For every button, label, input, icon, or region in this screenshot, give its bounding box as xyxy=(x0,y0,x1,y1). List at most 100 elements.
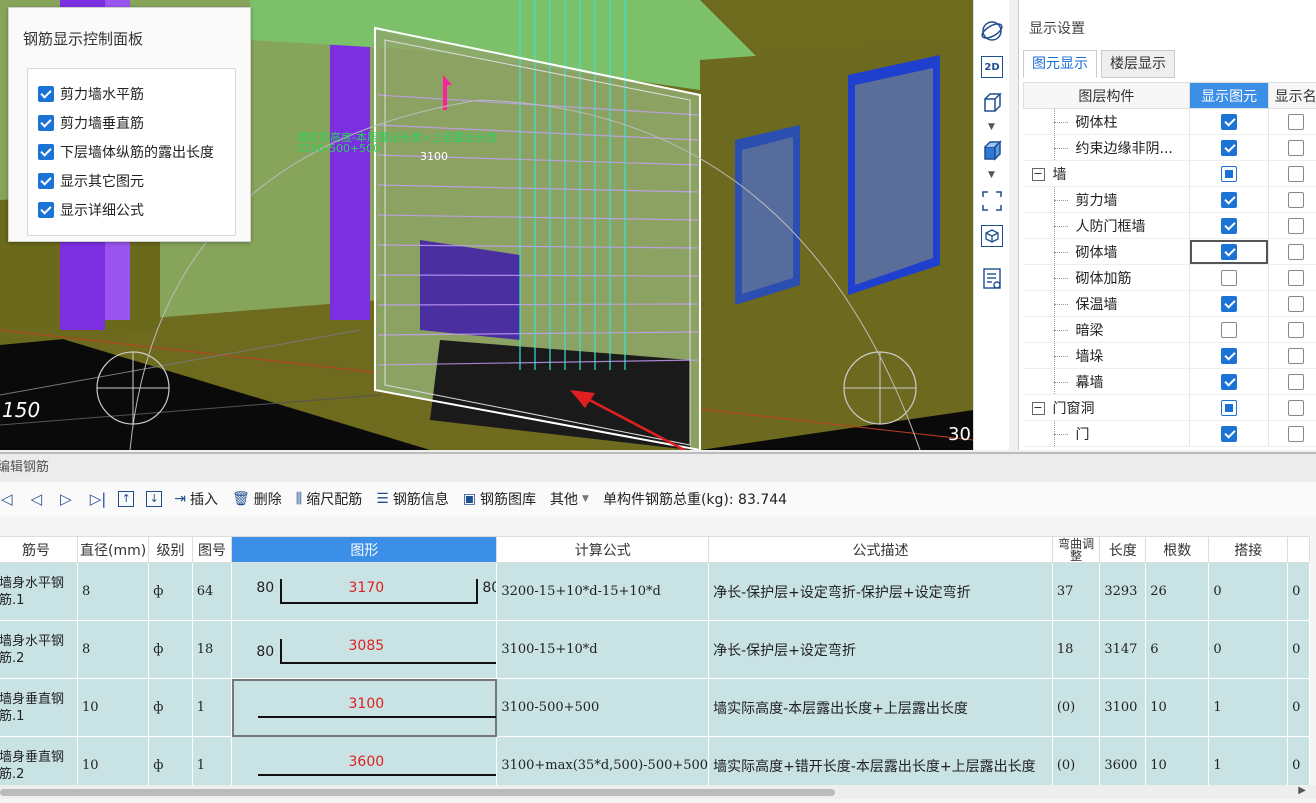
show-element-cell[interactable] xyxy=(1189,134,1270,161)
layer-row[interactable]: 保温墙 xyxy=(1023,290,1316,317)
checkbox-checked[interactable] xyxy=(38,114,54,131)
collapse-icon[interactable]: − xyxy=(1031,168,1045,181)
show-name-checkbox[interactable] xyxy=(1287,321,1304,338)
checkbox-checked[interactable] xyxy=(38,172,54,189)
formula-desc-cell[interactable]: 净长-保护层+设定弯折 xyxy=(708,620,1053,679)
layer-row[interactable]: 砌体加筋 xyxy=(1023,264,1316,291)
show-element-checkbox[interactable] xyxy=(1221,347,1238,364)
last-icon[interactable]: ▷| xyxy=(90,490,107,508)
show-element-checkbox[interactable] xyxy=(1221,425,1238,442)
bar-no-cell[interactable]: 墙身水平钢筋.2 xyxy=(0,620,78,679)
col-formula-desc[interactable]: 公式描述 xyxy=(708,536,1053,563)
col-grade[interactable]: 级别 xyxy=(148,536,193,563)
col-length[interactable]: 长度 xyxy=(1099,536,1147,563)
show-element-cell[interactable] xyxy=(1189,160,1270,187)
tab-element-display[interactable]: 图元显示 xyxy=(1023,50,1097,78)
rebar-info-button[interactable]: ☰ 钢筋信息 xyxy=(376,489,449,509)
layer-row[interactable]: − 墙 xyxy=(1023,160,1316,187)
col-show-name[interactable]: 显示名 xyxy=(1268,82,1316,109)
count-cell[interactable]: 10 xyxy=(1145,678,1210,737)
chevron-down-icon[interactable]: ▼ xyxy=(988,122,995,132)
orbit-icon[interactable] xyxy=(979,18,1005,44)
next-icon[interactable]: ▷ xyxy=(60,490,72,508)
3d-viewport[interactable]: 墙实际高度-本层露出长度+上层露出长度 3100-500+500 3100 15… xyxy=(0,0,973,450)
col-figure[interactable]: 图形 xyxy=(231,536,498,563)
col-figure-no[interactable]: 图号 xyxy=(191,536,233,563)
length-cell[interactable]: 3100 xyxy=(1099,678,1147,737)
grade-cell[interactable]: ф xyxy=(148,562,193,621)
formula-desc-cell[interactable]: 墙实际高度-本层露出长度+上层露出长度 xyxy=(708,678,1053,737)
col-extra[interactable] xyxy=(1287,536,1310,563)
layer-row[interactable]: 门 xyxy=(1023,420,1316,447)
move-down-icon[interactable]: ↓ xyxy=(146,491,163,507)
move-up-icon[interactable]: ↑ xyxy=(118,491,135,507)
scroll-right-icon[interactable]: ▶ xyxy=(1298,785,1306,796)
show-name-checkbox[interactable] xyxy=(1287,191,1304,208)
show-element-cell[interactable] xyxy=(1189,316,1270,343)
layer-row[interactable]: 剪力墙 xyxy=(1023,186,1316,213)
formula-cell[interactable]: 3100-500+500 xyxy=(496,678,710,737)
diameter-cell[interactable]: 10 xyxy=(76,678,150,737)
checkbox-checked[interactable] xyxy=(38,85,54,102)
layer-row[interactable]: 约束边缘非阴... xyxy=(1023,134,1316,161)
show-name-checkbox[interactable] xyxy=(1287,347,1304,364)
show-element-cell[interactable] xyxy=(1189,186,1270,213)
figure-no-cell[interactable]: 18 xyxy=(191,620,233,679)
show-element-cell[interactable] xyxy=(1189,368,1270,395)
rebar-row[interactable]: 墙身水平钢筋.18ф64317080803200-15+10*d-15+10*d… xyxy=(0,562,1310,621)
col-diameter[interactable]: 直径(mm) xyxy=(76,536,150,563)
bend-adjust-cell[interactable]: (0) xyxy=(1051,678,1101,737)
rebar-row[interactable]: 墙身垂直钢筋.1 10 ф 1 3100 3100-500+500 墙实际高度-本层露出长度… xyxy=(0,678,1310,737)
option-shear-wall-horizontal[interactable]: 剪力墙水平筋 xyxy=(38,79,235,108)
diameter-cell[interactable]: 8 xyxy=(76,562,150,621)
horizontal-scrollbar[interactable]: ▶ xyxy=(0,785,1316,799)
scale-rebar-button[interactable]: ⫼ 缩尺配筋 xyxy=(296,489,362,509)
show-name-cell[interactable] xyxy=(1268,134,1316,161)
show-element-checkbox[interactable] xyxy=(1221,243,1238,260)
rebar-row[interactable]: 墙身水平钢筋.2 8 ф 18 3085 80 3100-15+10*d 净长-保护层+设定弯… xyxy=(0,620,1310,679)
figure-value[interactable]: 3600 xyxy=(236,754,496,770)
chevron-down-icon[interactable]: ▼ xyxy=(988,170,995,180)
bar-no-cell[interactable]: 墙身水平钢筋.1 xyxy=(0,562,78,621)
show-element-cell[interactable] xyxy=(1189,264,1270,291)
layer-row[interactable]: 暗梁 xyxy=(1023,316,1316,343)
figure-value[interactable]: 3170 xyxy=(236,580,496,596)
layer-row[interactable]: 砌体柱 xyxy=(1023,108,1316,135)
figure-value[interactable]: 3100 xyxy=(236,696,496,712)
show-name-cell[interactable] xyxy=(1268,212,1316,239)
extra-cell[interactable]: 0 xyxy=(1287,620,1310,679)
show-name-checkbox[interactable] xyxy=(1287,139,1304,156)
show-element-checkbox[interactable] xyxy=(1221,269,1238,286)
show-name-cell[interactable] xyxy=(1268,264,1316,291)
fit-view-icon[interactable] xyxy=(979,188,1005,214)
length-cell[interactable]: 3293 xyxy=(1099,562,1147,621)
show-element-cell[interactable] xyxy=(1189,420,1270,447)
col-bend-adjust[interactable]: 弯曲调整 xyxy=(1051,536,1101,563)
option-show-other-elements[interactable]: 显示其它图元 xyxy=(38,166,235,195)
extra-cell[interactable]: 0 xyxy=(1287,562,1310,621)
show-name-checkbox[interactable] xyxy=(1287,243,1304,260)
count-cell[interactable]: 26 xyxy=(1145,562,1210,621)
show-element-checkbox[interactable] xyxy=(1221,113,1238,130)
figure-cell[interactable]: 3100 xyxy=(231,678,498,737)
2d-icon[interactable]: 2D xyxy=(981,56,1003,78)
show-name-cell[interactable] xyxy=(1268,420,1316,447)
col-show-element[interactable]: 显示图元 xyxy=(1188,82,1270,109)
insert-button[interactable]: ⇥ 插入 xyxy=(174,489,218,509)
layer-row[interactable]: 幕墙 xyxy=(1023,368,1316,395)
lap-cell[interactable]: 0 xyxy=(1208,562,1289,621)
list-view-icon[interactable] xyxy=(979,266,1005,292)
col-bar-no[interactable]: 筋号 xyxy=(0,536,78,563)
show-name-cell[interactable] xyxy=(1268,108,1316,135)
col-layer-component[interactable]: 图层构件 xyxy=(1023,82,1190,109)
diameter-cell[interactable]: 8 xyxy=(76,620,150,679)
show-element-cell[interactable] xyxy=(1189,290,1270,317)
show-name-cell[interactable] xyxy=(1268,394,1316,421)
lap-cell[interactable]: 0 xyxy=(1208,620,1289,679)
show-element-checkbox[interactable] xyxy=(1221,217,1238,234)
show-name-cell[interactable] xyxy=(1268,238,1316,265)
figure-value[interactable]: 3085 xyxy=(236,638,496,654)
grade-cell[interactable]: ф xyxy=(148,678,193,737)
show-name-cell[interactable] xyxy=(1268,368,1316,395)
figure-cell[interactable]: 317080 80 xyxy=(231,562,498,621)
